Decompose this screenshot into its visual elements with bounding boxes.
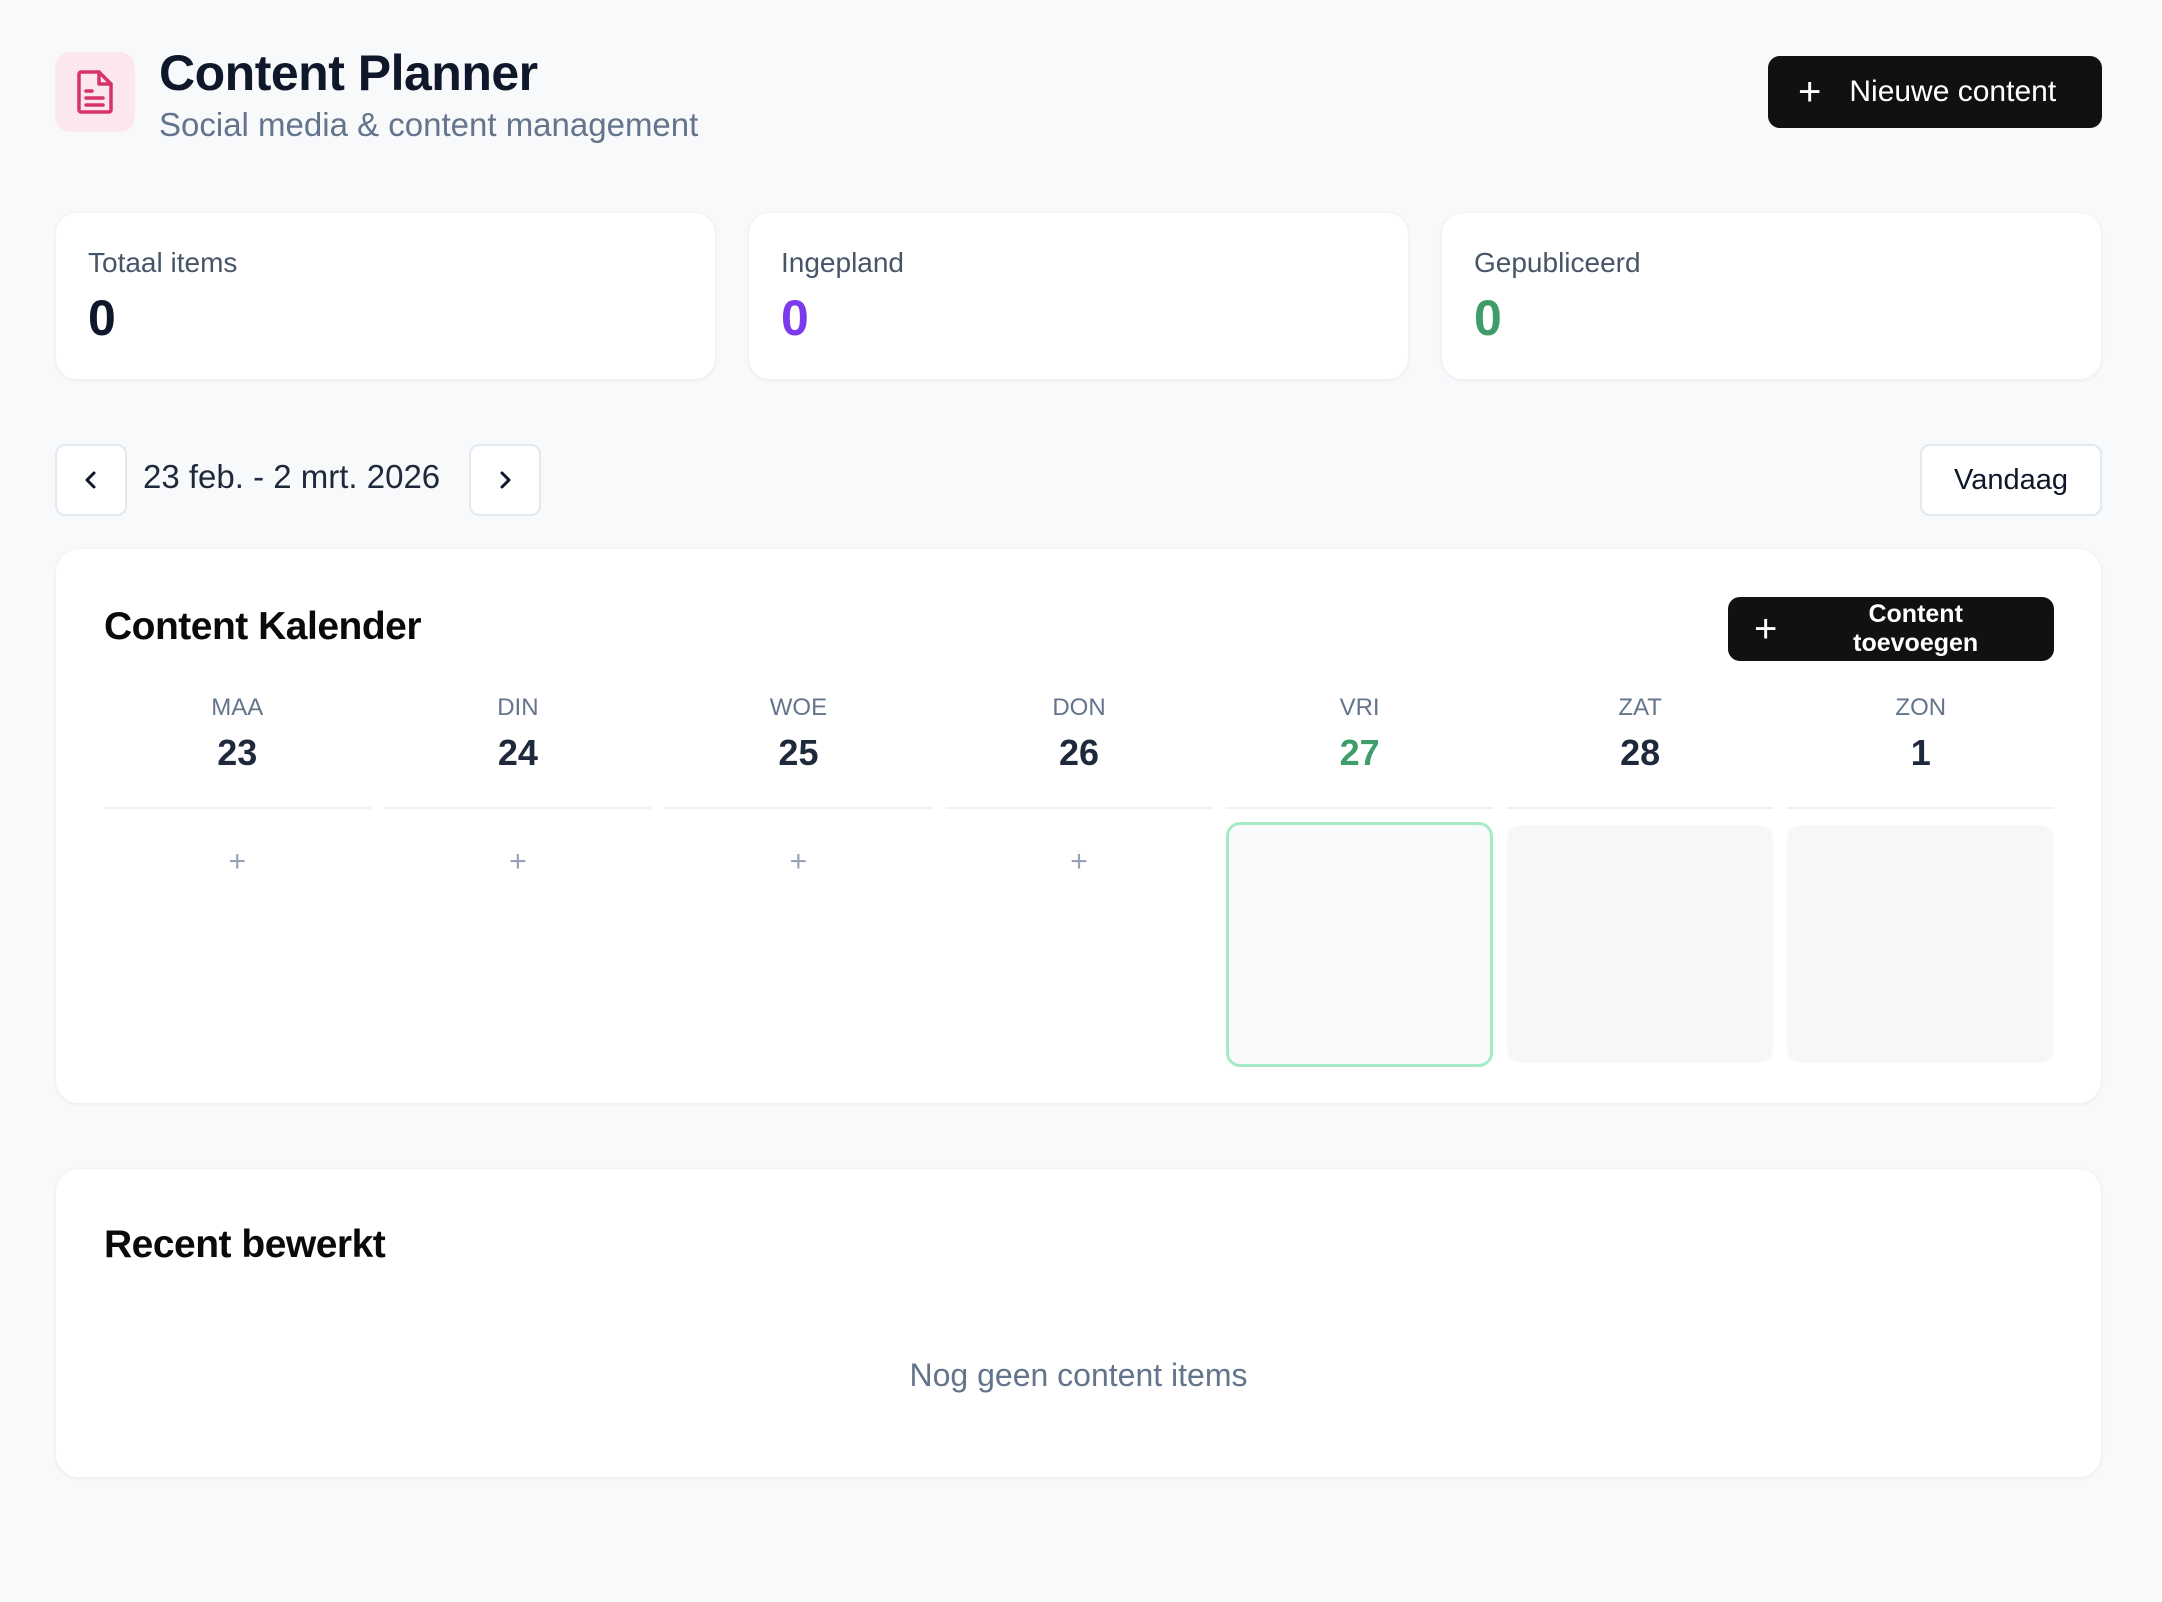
day-number: 27 xyxy=(1339,732,1380,773)
stat-value: 0 xyxy=(781,290,809,346)
page-title: Content Planner xyxy=(159,45,538,101)
calendar-day-today: VRI 27 xyxy=(1226,689,1493,1067)
day-header: DIN 24 xyxy=(384,689,652,809)
day-number: 24 xyxy=(497,732,538,773)
calendar-day: DIN 24 + xyxy=(384,689,652,1067)
add-content-label: Content toevoegen xyxy=(1853,600,1979,657)
day-cell[interactable] xyxy=(1506,825,1774,1063)
day-header: VRI 27 xyxy=(1226,689,1493,809)
day-name: VRI xyxy=(1339,694,1380,721)
plus-icon[interactable]: + xyxy=(790,845,808,879)
stat-card-published: Gepubliceerd 0 xyxy=(1441,212,2102,380)
chevron-right-icon xyxy=(500,471,511,489)
week-range: 23 feb. - 2 mrt. 2026 xyxy=(143,458,441,495)
day-number: 25 xyxy=(778,732,819,773)
today-button[interactable]: Vandaag xyxy=(1920,444,2102,516)
day-number: 23 xyxy=(217,732,258,773)
new-content-button[interactable]: + Nieuwe content xyxy=(1768,56,2102,128)
document-icon xyxy=(55,52,135,132)
day-cell[interactable] xyxy=(1787,825,2055,1063)
stat-label: Ingepland xyxy=(781,247,905,278)
calendar-day: MAA 23 + xyxy=(104,689,371,1067)
day-name: DIN xyxy=(497,694,539,721)
stat-label: Totaal items xyxy=(88,247,238,278)
day-name: DON xyxy=(1052,694,1106,721)
recent-title: Recent bewerkt xyxy=(104,1223,386,1266)
page-header: Content Planner Social media & content m… xyxy=(55,44,2102,154)
chevron-left-icon xyxy=(85,471,96,489)
day-header: ZON 1 xyxy=(1787,689,2055,809)
stat-card-total: Totaal items 0 xyxy=(55,212,716,380)
week-navigation: 23 feb. - 2 mrt. 2026 Vandaag xyxy=(55,444,2102,516)
plus-icon: + xyxy=(1798,70,1822,114)
day-cell[interactable]: + xyxy=(946,825,1213,1061)
recent-edited-section: Recent bewerkt Nog geen content items xyxy=(55,1168,2102,1478)
plus-icon: + xyxy=(1754,607,1778,651)
calendar-day: ZON 1 xyxy=(1787,689,2055,1067)
empty-state-text: Nog geen content items xyxy=(909,1357,1248,1393)
day-header: DON 26 xyxy=(945,689,1213,809)
day-number: 1 xyxy=(1910,732,1931,773)
day-header: MAA 23 xyxy=(104,689,371,809)
content-planner-page: Content Planner Social media & content m… xyxy=(0,0,2162,1602)
day-name: ZAT xyxy=(1618,694,1662,721)
day-number: 26 xyxy=(1059,732,1100,773)
calendar-day: ZAT 28 xyxy=(1506,689,1774,1067)
stats-row: Totaal items 0 Ingepland 0 Gepubliceerd … xyxy=(55,212,2102,380)
day-cell[interactable]: + xyxy=(104,825,371,1061)
content-calendar: Content Kalender + Content toevoegen MAA… xyxy=(55,548,2102,1104)
calendar-days: MAA 23 + DIN 24 + WOE 25 + DON 26 + VRI … xyxy=(104,689,2055,1067)
new-content-label: Nieuwe content xyxy=(1849,75,2057,108)
stat-label: Gepubliceerd xyxy=(1474,247,1641,278)
next-week-button[interactable] xyxy=(469,444,541,516)
day-number: 28 xyxy=(1620,732,1661,773)
day-name: MAA xyxy=(211,694,264,721)
day-name: ZON xyxy=(1895,694,1947,721)
plus-icon[interactable]: + xyxy=(229,845,247,879)
add-content-button[interactable]: + Content toevoegen xyxy=(1728,597,2054,661)
page-subtitle: Social media & content management xyxy=(159,106,699,143)
day-cell[interactable]: + xyxy=(665,825,932,1061)
stat-card-scheduled: Ingepland 0 xyxy=(748,212,1409,380)
day-cell[interactable]: + xyxy=(385,825,652,1061)
plus-icon[interactable]: + xyxy=(1070,845,1088,879)
day-header: WOE 25 xyxy=(665,689,932,809)
stat-value: 0 xyxy=(88,290,116,346)
stat-value: 0 xyxy=(1474,290,1502,346)
plus-icon[interactable]: + xyxy=(509,845,527,879)
previous-week-button[interactable] xyxy=(55,444,127,516)
calendar-title: Content Kalender xyxy=(104,605,422,648)
calendar-day: DON 26 + xyxy=(945,689,1213,1067)
day-cell[interactable] xyxy=(1226,822,1493,1067)
day-header: ZAT 28 xyxy=(1506,689,1774,809)
day-name: WOE xyxy=(769,694,828,721)
calendar-day: WOE 25 + xyxy=(665,689,932,1067)
